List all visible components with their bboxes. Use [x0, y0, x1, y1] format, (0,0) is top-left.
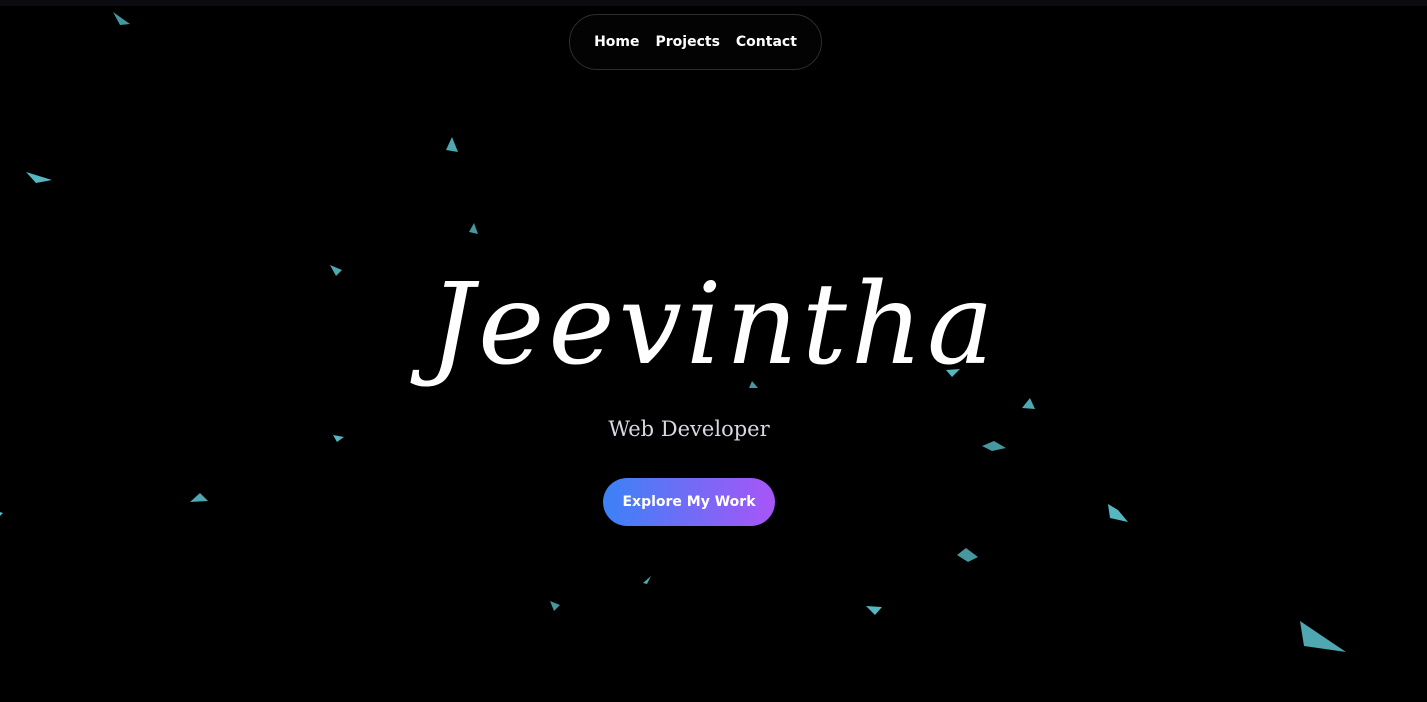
- particle-shard: [550, 601, 560, 611]
- particle-shard: [1300, 621, 1346, 652]
- particle-shard: [26, 172, 52, 183]
- particle-shard: [446, 137, 458, 152]
- top-strip: [0, 0, 1427, 6]
- particle-shard: [469, 223, 478, 234]
- nav-item-home[interactable]: Home: [594, 34, 639, 50]
- nav-item-projects[interactable]: Projects: [656, 34, 720, 50]
- main-nav: Home Projects Contact: [569, 14, 822, 70]
- particle-shard: [643, 576, 651, 584]
- particle-shard: [113, 12, 130, 25]
- explore-work-button[interactable]: Explore My Work: [603, 478, 775, 526]
- nav-item-contact[interactable]: Contact: [736, 34, 797, 50]
- particle-shard: [957, 548, 978, 562]
- hero-subtitle: Web Developer: [608, 417, 770, 441]
- particle-shard: [190, 493, 208, 502]
- hero-name: Jeevintha: [429, 260, 998, 390]
- particle-shard: [1108, 504, 1128, 522]
- particle-shard: [0, 512, 3, 516]
- particle-shard: [866, 606, 882, 615]
